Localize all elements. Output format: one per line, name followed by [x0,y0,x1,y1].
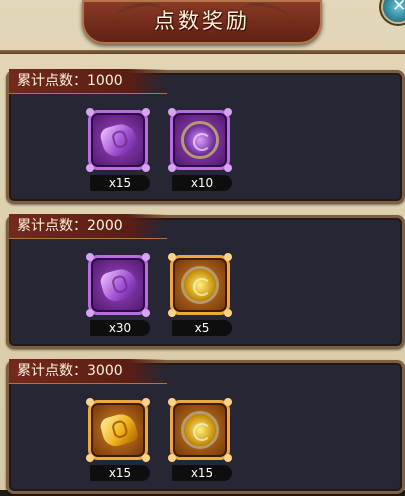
page-title: 点数奖励 [154,9,250,33]
reward-item[interactable]: x10 [166,108,236,206]
points-threshold-label: 累计点数：2000 [9,214,167,239]
item-frame [86,253,150,317]
reward-window: 点数奖励 ✕ 累计点数：1000 x15 x10 累计点数：2000 x30 x… [0,0,405,494]
reward-item[interactable]: x15 [84,108,154,206]
item-quantity: x30 [90,320,150,336]
item-quantity: x10 [172,175,232,191]
item-frame [168,253,232,317]
item-quantity: x5 [172,320,232,336]
title-banner: 点数奖励 [82,0,322,44]
reward-item[interactable]: x5 [166,253,236,351]
close-button[interactable]: ✕ [383,0,405,22]
reward-panel-3000: 累计点数：3000 x15 x15 [6,359,405,496]
item-frame [168,108,232,172]
purple-orb-icon [181,121,219,159]
reward-panel-1000: 累计点数：1000 x15 x10 [6,69,405,206]
gold-orb-icon [181,411,219,449]
item-frame [86,398,150,462]
points-threshold-label: 累计点数：1000 [9,69,167,94]
gold-orb-icon [181,266,219,304]
item-quantity: x15 [172,465,232,481]
reward-item[interactable]: x15 [84,398,154,496]
reward-item[interactable]: x15 [166,398,236,496]
item-frame [168,398,232,462]
purple-crystal-icon [98,265,140,305]
item-quantity: x15 [90,175,150,191]
reward-panel-2000: 累计点数：2000 x30 x5 [6,214,405,351]
reward-item[interactable]: x30 [84,253,154,351]
gold-crystal-icon [98,410,140,450]
header-divider [0,50,405,54]
points-threshold-label: 累计点数：3000 [9,359,167,384]
item-frame [86,108,150,172]
close-icon: ✕ [392,0,405,16]
item-quantity: x15 [90,465,150,481]
purple-crystal-icon [98,120,140,160]
